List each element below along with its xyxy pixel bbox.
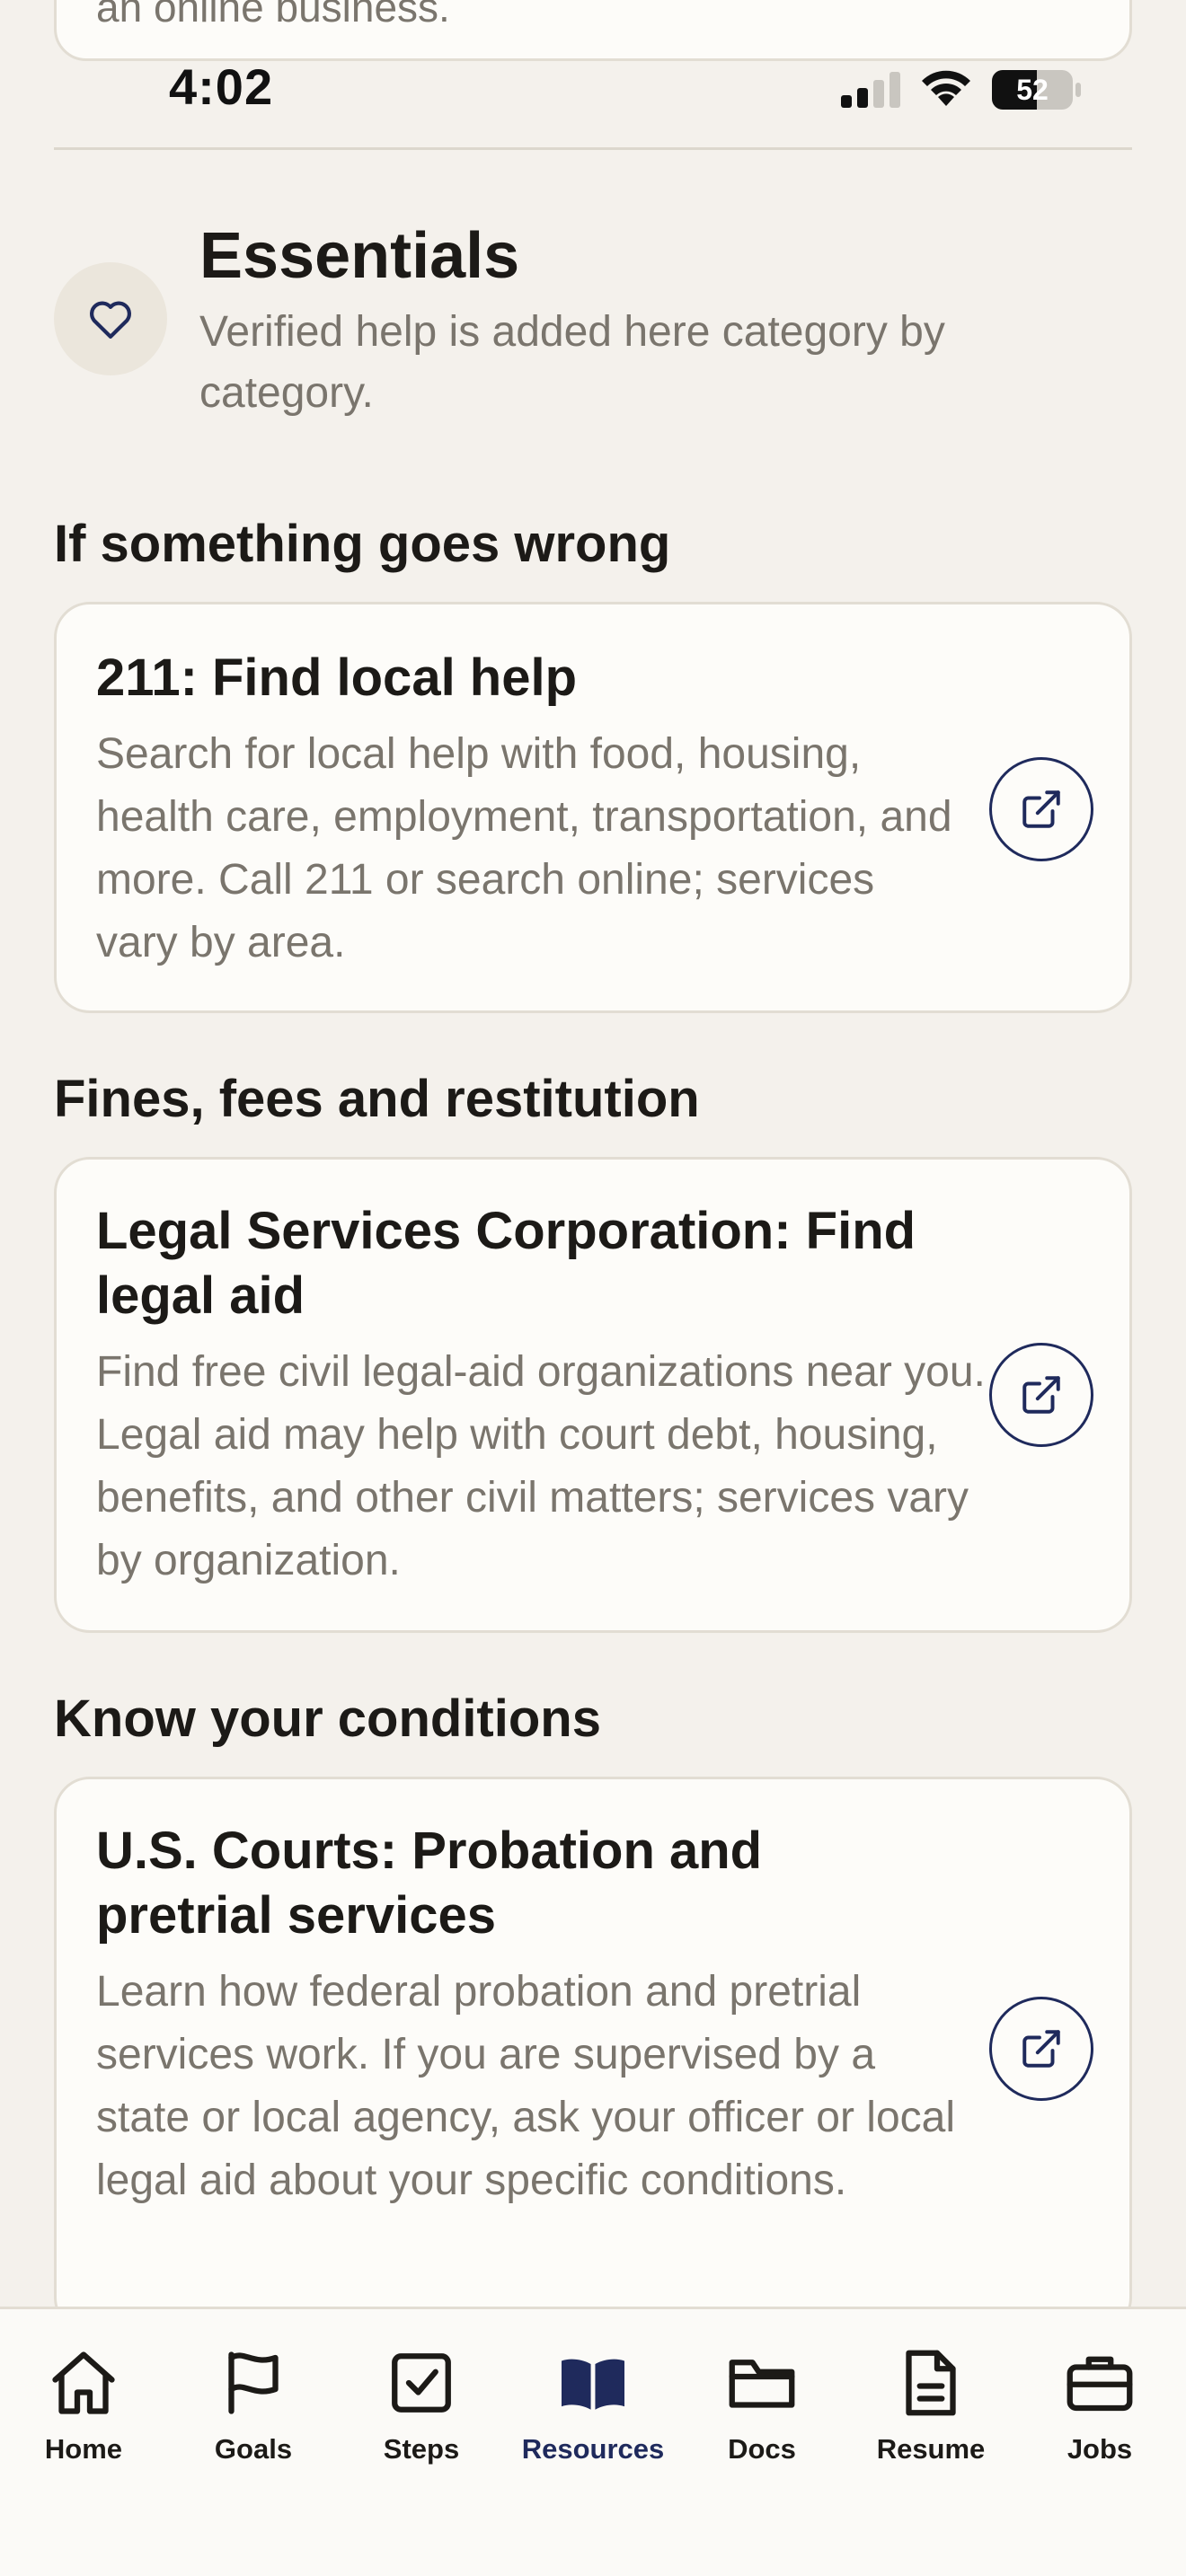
flag-icon [228, 2351, 279, 2414]
card-description: Learn how federal probation and pretrial… [96, 1968, 956, 2204]
battery-icon: 52 [992, 70, 1081, 110]
external-link-icon [1022, 1376, 1060, 1414]
heart-icon [90, 301, 131, 339]
card-description: Search for local help with food, housing… [96, 730, 952, 966]
section-heading-something-wrong: If something goes wrong [54, 515, 671, 573]
nav-item-jobs[interactable]: Jobs [1023, 2345, 1176, 2489]
open-external-link-button[interactable] [989, 1343, 1093, 1447]
nav-item-resources[interactable]: Resources [517, 2345, 669, 2489]
bottom-tab-bar: Home Goals Steps Resources Docs Resume J… [0, 2307, 1186, 2576]
card-title: Legal Services Corporation: Find legal a… [96, 1202, 916, 1325]
nav-item-docs[interactable]: Docs [686, 2345, 838, 2489]
essentials-subtitle: Verified help is added here category by … [199, 308, 945, 417]
folder-icon [729, 2360, 795, 2408]
section-heading-fines-fees: Fines, fees and restitution [54, 1070, 700, 1128]
wifi-icon [922, 70, 970, 106]
checkbox-icon [392, 2353, 451, 2413]
nav-label: Home [44, 2433, 123, 2465]
card-description: Find free civil legal-aid organizations … [96, 1348, 986, 1584]
nav-item-home[interactable]: Home [7, 2345, 160, 2489]
card-title: U.S. Courts: Probation and pretrial serv… [96, 1822, 763, 1945]
open-external-link-button[interactable] [989, 757, 1093, 861]
nav-label: Resume [876, 2433, 986, 2465]
nav-item-resume[interactable]: Resume [854, 2345, 1007, 2489]
resources-screen: an online business. 4:02 52 Essentials V… [0, 0, 1186, 2576]
cellular-signal-icon [841, 72, 900, 108]
resource-card-211[interactable]: 211: Find local help Search for local he… [54, 602, 1132, 1013]
document-icon [906, 2350, 956, 2416]
external-link-icon [1022, 2030, 1060, 2068]
home-icon [52, 2351, 115, 2414]
section-heading-know-conditions: Know your conditions [54, 1689, 601, 1748]
nav-label: Docs [728, 2433, 796, 2465]
card-title: 211: Find local help [96, 648, 578, 707]
divider [54, 147, 1132, 150]
nav-label: Resources [521, 2433, 665, 2465]
nav-item-steps[interactable]: Steps [345, 2345, 498, 2489]
essentials-icon-circle [54, 262, 167, 375]
status-time: 4:02 [169, 58, 274, 115]
nav-label: Goals [214, 2433, 293, 2465]
resource-card-legal-services[interactable]: Legal Services Corporation: Find legal a… [54, 1157, 1132, 1633]
status-bar: 4:02 52 [0, 54, 1186, 119]
essentials-title: Essentials [199, 220, 520, 292]
partial-card[interactable]: an online business. [54, 0, 1132, 61]
briefcase-icon [1067, 2356, 1133, 2412]
partial-card-text: an online business. [96, 0, 450, 31]
nav-item-goals[interactable]: Goals [177, 2345, 330, 2489]
external-link-icon [1022, 790, 1060, 828]
nav-label: Jobs [1067, 2433, 1133, 2465]
open-external-link-button[interactable] [989, 1997, 1093, 2101]
nav-label: Steps [383, 2433, 460, 2465]
battery-level: 52 [1016, 74, 1049, 106]
resource-card-us-courts[interactable]: U.S. Courts: Probation and pretrial serv… [54, 1777, 1132, 2333]
book-icon [562, 2359, 624, 2410]
